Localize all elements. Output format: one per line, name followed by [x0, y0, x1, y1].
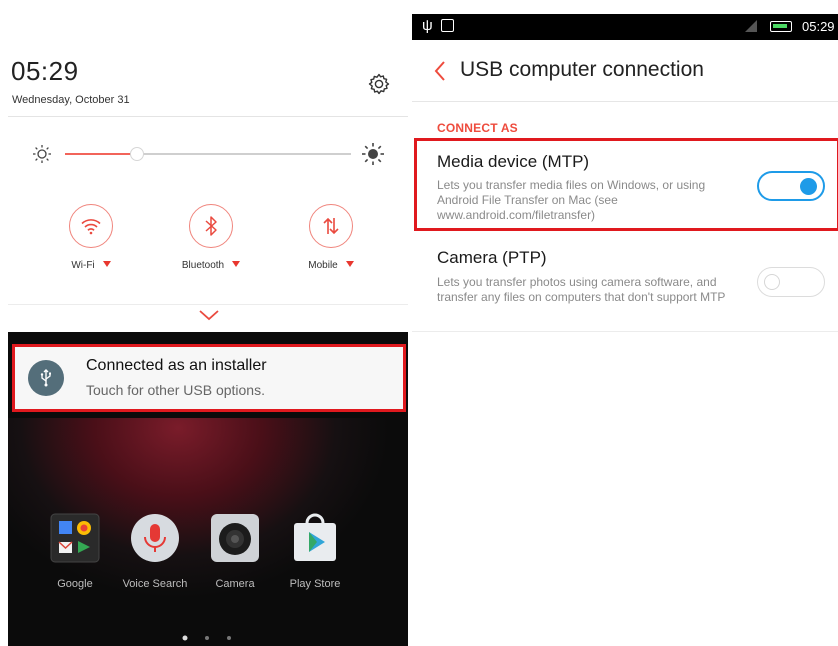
toggle-knob [764, 274, 780, 290]
play-store-icon [294, 513, 336, 561]
bluetooth-label: Bluetooth [181, 260, 225, 271]
page-title: USB computer connection [460, 58, 704, 81]
option-ptp-description: Lets you transfer photos using camera so… [437, 275, 726, 304]
usb-notification[interactable]: Connected as an installer Touch for othe… [12, 344, 406, 412]
bluetooth-toggle[interactable] [189, 204, 233, 248]
option-ptp-title[interactable]: Camera (PTP) [437, 248, 547, 268]
notification-shade-screen: 05:29 Wednesday, October 31 Wi-Fi Blueto… [8, 46, 408, 646]
camera-icon [211, 514, 259, 562]
app-google-label: Google [57, 578, 93, 590]
app-google[interactable]: Google [35, 511, 115, 590]
wifi-label: Wi-Fi [71, 260, 95, 271]
battery-icon [770, 21, 792, 32]
clock-time: 05:29 [11, 56, 79, 86]
clock-date: Wednesday, October 31 [12, 94, 130, 106]
page-indicator [182, 635, 231, 641]
wifi-tile[interactable]: Wi-Fi [51, 204, 131, 273]
toggle-knob [800, 178, 817, 195]
chevron-down-icon[interactable] [198, 308, 220, 322]
wifi-expand-icon[interactable] [102, 261, 111, 267]
usb-icon: ψ [422, 17, 433, 34]
brightness-slider-thumb[interactable] [130, 147, 144, 161]
notification-title: Connected as an installer [86, 357, 267, 374]
mobile-data-toggle[interactable] [309, 204, 353, 248]
mobile-label: Mobile [308, 260, 338, 271]
ptp-toggle[interactable] [757, 267, 825, 297]
wifi-toggle[interactable] [69, 204, 113, 248]
app-camera[interactable]: Camera [195, 511, 275, 590]
option-mtp-title[interactable]: Media device (MTP) [437, 152, 589, 172]
usb-icon [28, 360, 64, 396]
signal-icon [745, 20, 757, 32]
bluetooth-tile[interactable]: Bluetooth [171, 204, 251, 273]
section-label-connect-as: CONNECT AS [437, 121, 518, 135]
app-header: USB computer connection [412, 40, 838, 102]
status-time: 05:29 [802, 19, 835, 34]
gear-icon[interactable] [367, 72, 391, 96]
microphone-icon [131, 514, 179, 562]
wifi-icon [81, 219, 101, 235]
google-folder-icon [50, 513, 100, 563]
list-divider [412, 331, 838, 332]
brightness-low-icon [33, 145, 51, 163]
status-bar: ψ 05:29 [412, 14, 838, 40]
bluetooth-icon [205, 216, 217, 236]
mobile-data-tile[interactable]: Mobile [291, 204, 371, 273]
option-mtp-description: Lets you transfer media files on Windows… [437, 178, 706, 222]
mtp-toggle[interactable] [757, 171, 825, 201]
mobile-expand-icon[interactable] [345, 261, 354, 267]
app-voice-search-label: Voice Search [122, 578, 188, 590]
app-voice-search[interactable]: Voice Search [115, 511, 195, 590]
app-play-store[interactable]: Play Store [275, 511, 355, 590]
qs-divider-bottom [8, 304, 408, 305]
screenshot-icon [441, 19, 454, 32]
app-camera-label: Camera [215, 578, 255, 590]
brightness-slider-fill [65, 153, 137, 155]
notification-subtitle: Touch for other USB options. [86, 382, 265, 398]
bluetooth-expand-icon[interactable] [232, 261, 241, 267]
app-play-store-label: Play Store [289, 578, 341, 590]
header-divider [412, 101, 838, 102]
brightness-high-icon [362, 143, 384, 165]
quick-settings-panel: 05:29 Wednesday, October 31 Wi-Fi Blueto… [8, 46, 408, 332]
qs-divider [8, 116, 408, 117]
mobile-data-icon [323, 217, 339, 235]
chevron-left-icon[interactable] [434, 60, 446, 82]
